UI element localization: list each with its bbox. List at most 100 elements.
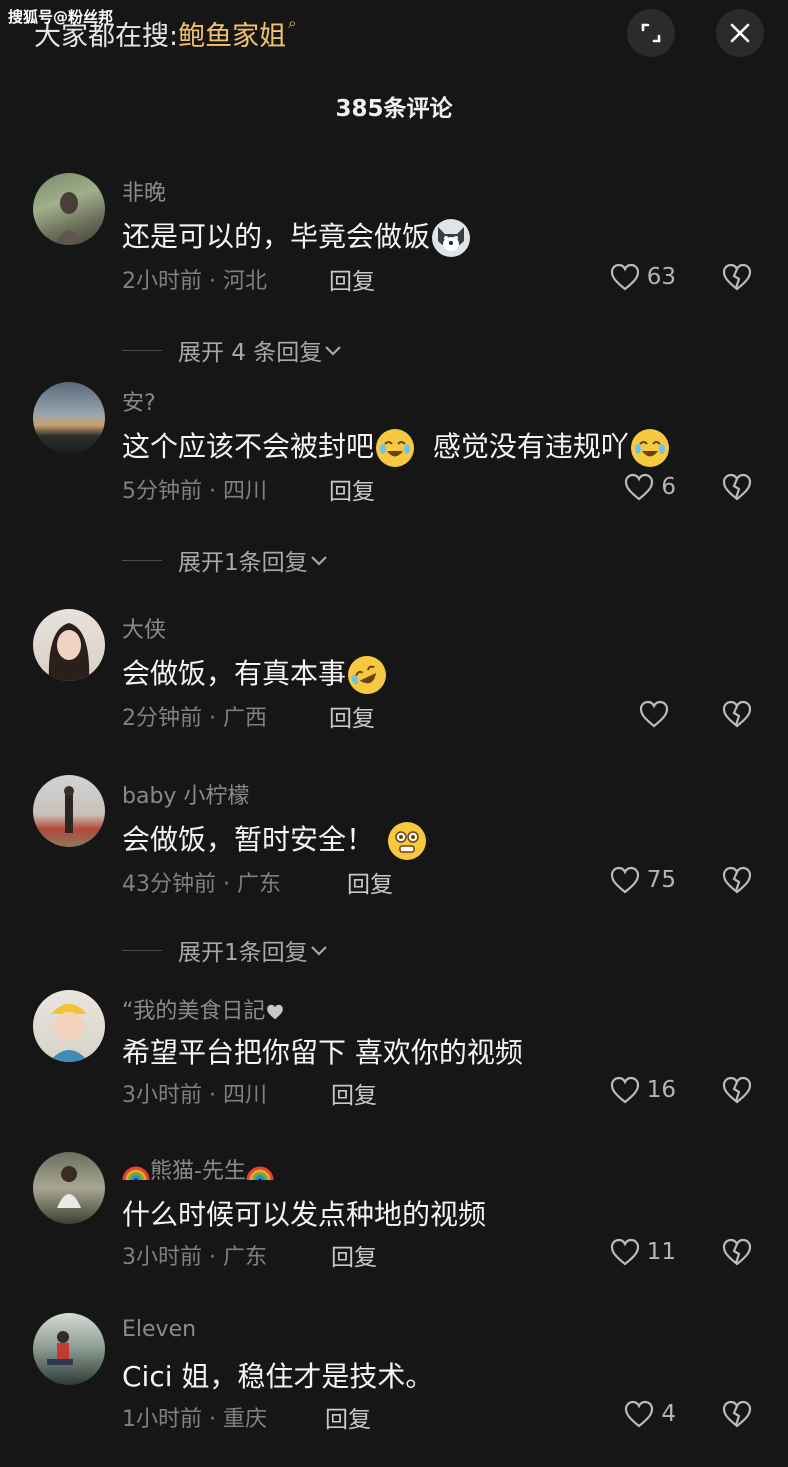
reply-button[interactable]: 回复	[325, 1400, 371, 1434]
heart-icon	[610, 263, 639, 291]
comment-text: 会做饭，有真本事	[122, 649, 393, 701]
comment-text-body: 这个应该不会被封吧	[122, 430, 375, 463]
watermark: 搜狐号@粉丝邦	[8, 8, 114, 26]
like-button[interactable]: 11	[609, 1237, 676, 1267]
crying-laughing-emoji-icon	[630, 429, 669, 467]
dislike-button[interactable]	[721, 1075, 753, 1109]
heart-icon	[610, 866, 639, 894]
avatar[interactable]	[33, 775, 105, 847]
comment-meta: 43分钟前 · 广东	[122, 872, 281, 897]
reply-button[interactable]: 回复	[329, 699, 375, 733]
broken-heart-icon	[722, 1238, 752, 1266]
reply-button[interactable]: 回复	[331, 1076, 377, 1110]
comment-text: 什么时候可以发点种地的视频	[122, 1198, 487, 1231]
comment-text-body: 会做饭，有真本事	[122, 657, 347, 690]
avatar[interactable]	[33, 173, 105, 245]
heart-icon	[267, 1004, 284, 1020]
heart-icon	[610, 1076, 639, 1104]
avatar[interactable]	[33, 609, 105, 681]
dislike-button[interactable]	[721, 472, 753, 506]
comment-meta: 2分钟前 · 广西	[122, 706, 267, 731]
dislike-button[interactable]	[721, 1237, 753, 1271]
expand-replies-button[interactable]: 展开 4 条回复	[122, 333, 344, 367]
avatar[interactable]	[33, 1152, 105, 1224]
divider-line	[122, 349, 162, 351]
heart-icon	[610, 1238, 639, 1266]
dislike-button[interactable]	[721, 1399, 753, 1433]
divider-line	[122, 949, 162, 951]
search-icon: ⌕	[288, 14, 297, 32]
reply-button[interactable]: 回复	[347, 865, 393, 899]
comment-username-text: 熊猫-先生	[150, 1159, 246, 1184]
like-button[interactable]: 16	[609, 1075, 676, 1105]
expand-replies-label: 展开1条回复	[178, 550, 308, 576]
comment-text-body-continued: 感觉没有违规吖	[432, 430, 629, 463]
like-button[interactable]: 6	[623, 472, 676, 502]
broken-heart-icon	[722, 1400, 752, 1428]
comment-meta: 3小时前 · 广东	[122, 1245, 267, 1270]
broken-heart-icon	[722, 866, 752, 894]
like-button[interactable]: 63	[609, 262, 676, 292]
broken-heart-icon	[722, 1076, 752, 1104]
comment-text: 还是可以的，毕竟会做饭	[122, 215, 472, 257]
like-button[interactable]	[638, 699, 676, 729]
expand-icon	[641, 23, 661, 43]
trending-search-term[interactable]: 鲍鱼家姐	[178, 21, 286, 52]
comment-username[interactable]: 安?	[122, 385, 156, 417]
reply-button[interactable]: 回复	[331, 1238, 377, 1272]
broken-heart-icon	[722, 263, 752, 291]
expand-replies-button[interactable]: 展开1条回复	[122, 543, 330, 577]
comment-username[interactable]: “我的美食日記	[122, 993, 285, 1025]
like-count: 16	[646, 1077, 676, 1103]
comment-username-text: “我的美食日記	[122, 999, 266, 1024]
like-count: 63	[646, 264, 676, 290]
avatar[interactable]	[33, 382, 105, 454]
comment-count-title: 385条评论	[335, 96, 453, 122]
reply-button[interactable]: 回复	[329, 472, 375, 506]
expand-replies-label: 展开 4 条回复	[178, 340, 323, 366]
chevron-down-icon	[310, 556, 327, 566]
comment-meta: 5分钟前 · 四川	[122, 479, 267, 504]
like-button[interactable]: 4	[623, 1399, 676, 1429]
comment-username[interactable]: 熊猫-先生	[122, 1153, 274, 1186]
comment-username[interactable]: Eleven	[122, 1317, 196, 1342]
husky-emoji-icon	[432, 219, 471, 257]
reply-button[interactable]: 回复	[329, 262, 375, 296]
comment-meta: 3小时前 · 四川	[122, 1083, 267, 1108]
avatar[interactable]	[33, 990, 105, 1062]
like-count: 6	[661, 474, 676, 500]
like-count: 75	[646, 867, 676, 893]
broken-heart-icon	[722, 473, 752, 501]
close-button[interactable]	[716, 9, 764, 57]
like-button[interactable]: 75	[609, 865, 676, 895]
comment-username[interactable]: 非晚	[122, 175, 166, 207]
close-icon	[730, 23, 750, 43]
rolling-laughing-emoji-icon	[341, 649, 393, 701]
dislike-button[interactable]	[721, 262, 753, 296]
top-bar: 大家都在搜:鲍鱼家姐 ⌕	[0, 0, 788, 70]
comment-text-body: 会做饭，暂时安全！	[122, 823, 375, 856]
chevron-down-icon	[310, 946, 327, 956]
rainbow-icon	[246, 1166, 274, 1181]
comment-username[interactable]: 大侠	[122, 612, 166, 644]
dislike-button[interactable]	[721, 699, 753, 733]
chevron-down-icon	[325, 346, 342, 356]
heart-icon	[639, 700, 669, 728]
divider-line	[122, 559, 162, 561]
comment-text: 这个应该不会被封吧 感觉没有违规吖	[122, 425, 671, 467]
comment-text: 会做饭，暂时安全！	[122, 818, 428, 860]
rainbow-icon	[122, 1166, 150, 1181]
heart-icon	[625, 473, 654, 501]
expand-button[interactable]	[627, 9, 675, 57]
comment-text: Cici 姐，稳住才是技术。	[122, 1360, 434, 1393]
crying-laughing-emoji-icon	[376, 429, 415, 467]
expand-replies-button[interactable]: 展开1条回复	[122, 933, 330, 967]
grinning-emoji-icon	[388, 822, 427, 860]
broken-heart-icon	[722, 700, 752, 728]
comment-meta: 2小时前 · 河北	[122, 269, 267, 294]
like-count: 4	[661, 1401, 676, 1427]
comment-username[interactable]: baby 小柠檬	[122, 778, 249, 810]
avatar[interactable]	[33, 1313, 105, 1385]
comment-text-body: 还是可以的，毕竟会做饭	[122, 220, 431, 253]
dislike-button[interactable]	[721, 865, 753, 899]
